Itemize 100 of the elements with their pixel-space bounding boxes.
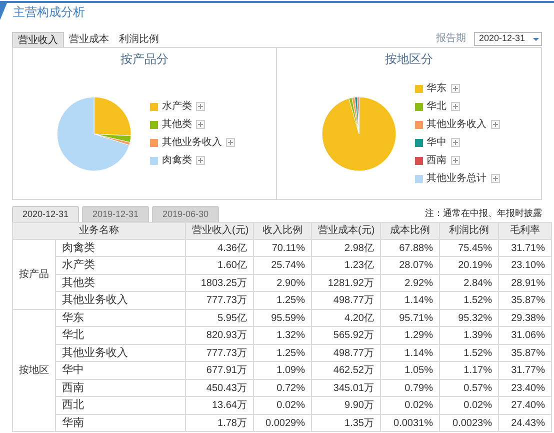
tab[interactable]: 营业收入 [12,32,64,47]
table-cell: 95.71% [380,309,440,327]
table-cell: 0.57% [440,379,498,397]
table-cell: 0.02% [440,396,498,414]
table-cell: 1.14% [380,344,440,362]
table-cell: 95.59% [254,309,312,327]
table-cell: 肉禽类 [56,239,186,257]
legend-label: 肉禽类 [162,154,192,168]
expand-button[interactable] [490,174,500,183]
tab[interactable]: 利润比例 [114,32,164,47]
table-cell: 5.95亿 [186,309,254,327]
table-cell: 9.90万 [312,396,380,414]
chart-title: 按地区分 [385,51,433,68]
column-header: 营业成本(元) [312,222,380,240]
table-cell: 1.32% [254,326,312,344]
expand-button[interactable] [450,102,460,111]
column-header: 业务名称 [12,222,186,240]
table-cell: 777.73万 [186,344,254,362]
legend-label: 其他业务收入 [426,118,486,132]
column-header: 收入比例 [254,222,312,240]
date-tab[interactable]: 2020-12-31 [12,206,79,222]
table-cell: 28.91% [498,274,552,292]
table-cell: 0.02% [380,396,440,414]
table-cell: 0.0029% [254,414,312,432]
expand-button[interactable] [196,156,205,165]
expand-button[interactable] [450,84,460,93]
expand-button[interactable] [450,156,460,165]
table-cell: 2.84% [440,274,498,292]
table-cell: 华北 [56,326,186,344]
table-cell: 23.40% [498,379,552,397]
plus-icon [228,140,233,145]
expand-button[interactable] [490,120,500,129]
table-cell: 20.19% [440,256,498,274]
plus-icon [198,104,203,109]
tab[interactable]: 营业成本 [64,32,114,47]
table-cell: 1.09% [254,362,312,380]
legend-swatch [414,102,422,110]
table-cell: 498.77万 [312,344,380,362]
table-cell: 1.23亿 [312,256,380,274]
table-cell: 华南 [56,414,186,432]
legend-swatch [150,102,158,110]
legend-swatch [150,138,158,146]
table-cell: 27.40% [498,396,552,414]
expand-button[interactable] [226,138,235,147]
expand-button[interactable] [196,102,205,111]
group-cell: 按产品 [12,239,56,310]
table-cell: 1.52% [440,344,498,362]
table-cell: 1.25% [254,344,312,362]
expand-button[interactable] [196,120,205,129]
table-cell: 13.64万 [186,396,254,414]
table-cell: 水产类 [56,256,186,274]
table-cell: 35.87% [498,344,552,362]
plus-icon [198,158,203,163]
plus-icon [198,122,203,127]
table-cell: 23.10% [498,256,552,274]
table-cell: 4.20亿 [312,309,380,327]
dropdown-value: 2020-12-31 [478,32,526,45]
table-cell: 0.02% [254,396,312,414]
date-tab[interactable]: 2019-12-31 [82,206,149,222]
period-dropdown[interactable]: 2020-12-31 [474,32,542,46]
legend-label: 华中 [426,136,446,150]
legend-label: 华北 [426,100,446,114]
table-cell: 345.01万 [312,379,380,397]
table-cell: 0.0023% [440,414,498,432]
table-cell: 70.11% [254,239,312,257]
table-cell: 35.87% [498,292,552,310]
table-cell: 31.77% [498,362,552,380]
date-tab[interactable]: 2019-06-30 [152,206,219,222]
expand-button[interactable] [450,138,460,147]
column-header: 成本比例 [380,222,440,240]
table-cell: 其他业务收入 [56,344,186,362]
column-header: 毛利率 [498,222,552,240]
table-cell: 1.52% [440,292,498,310]
disclosure-note: 注：通常在中报、年报时披露 [425,206,542,220]
table-cell: 1.25% [254,292,312,310]
group-cell: 按地区 [12,309,56,432]
plus-icon [452,158,458,163]
plus-icon [492,122,498,127]
table-cell: 28.07% [380,256,440,274]
legend-label: 其他业务收入 [162,136,222,150]
table-cell: 0.0031% [380,414,440,432]
table-cell: 2.90% [254,274,312,292]
table-cell: 31.71% [498,239,552,257]
table-cell: 0.79% [380,379,440,397]
legend-label: 其他业务总计 [426,172,486,186]
legend-swatch [150,120,158,128]
table-cell: 其他业务收入 [56,292,186,310]
table-cell: 1.17% [440,362,498,380]
table-cell: 820.93万 [186,326,254,344]
legend-swatch [414,84,422,92]
table-cell: 677.91万 [186,362,254,380]
table-cell: 1.60亿 [186,256,254,274]
plus-icon [452,104,458,109]
legend-label: 其他类 [162,118,192,132]
table-cell: 2.98亿 [312,239,380,257]
legend-label: 水产类 [162,100,192,114]
table-cell: 1.29% [380,326,440,344]
table-cell: 777.73万 [186,292,254,310]
column-header: 利润比例 [440,222,498,240]
table-cell: 31.06% [498,326,552,344]
